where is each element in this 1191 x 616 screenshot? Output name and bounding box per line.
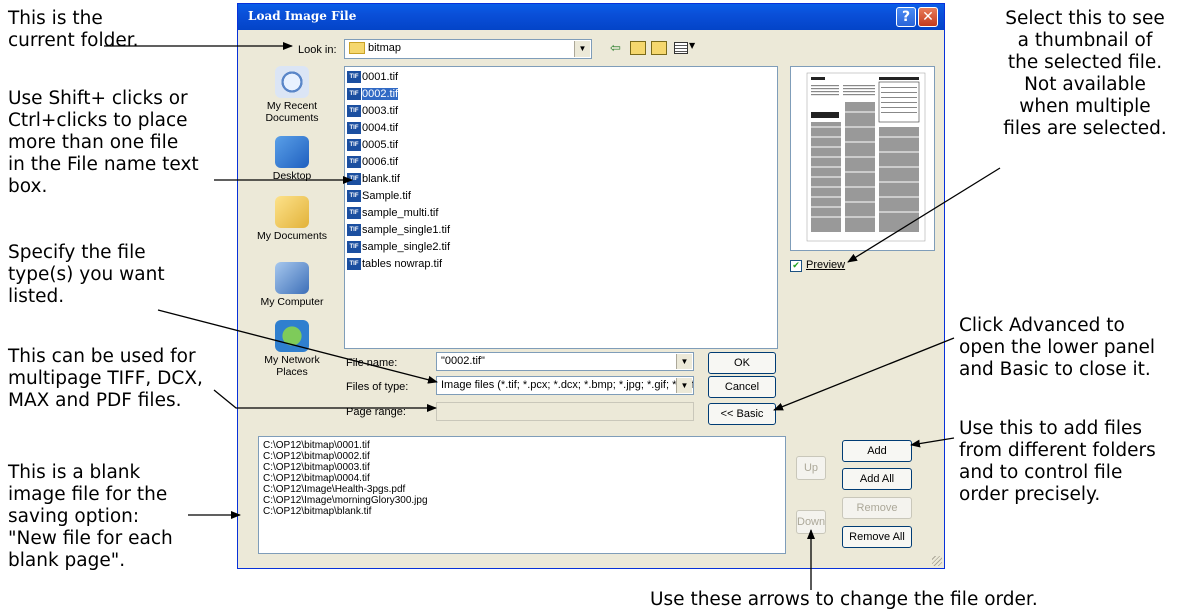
preview-pane [790,66,935,251]
file-item[interactable]: TIF 0003.tif [347,104,398,118]
file-item[interactable]: TIF 0002.tif [347,87,399,101]
recent-documents-icon [275,66,309,98]
tif-file-icon: TIF [347,122,361,135]
file-item[interactable]: TIF 0005.tif [347,138,398,152]
tif-file-icon: TIF [347,207,361,220]
place-my-documents[interactable]: My Documents [246,196,338,242]
new-folder-icon[interactable] [651,41,667,55]
tif-file-icon: TIF [347,139,361,152]
look-in-dropdown[interactable]: bitmap ▼ [344,39,592,59]
chevron-down-icon[interactable]: ▼ [676,354,692,369]
look-in-label: Look in: [298,44,337,56]
back-icon[interactable]: ⇦ [610,41,621,56]
remove-all-button[interactable]: Remove All [842,526,912,548]
page-range-input[interactable] [436,402,694,421]
folder-icon [349,42,365,55]
add-all-button[interactable]: Add All [842,468,912,490]
file-item[interactable]: TIF sample_multi.tif [347,206,438,220]
place-my-recent-documents[interactable]: My Recent Documents [246,66,338,124]
file-list[interactable]: TIF 0001.tif TIF 0002.tif TIF 0003.tif TIF 0… [344,66,778,349]
my-documents-icon [275,196,309,228]
chevron-down-icon[interactable]: ▼ [574,41,590,57]
preview-label: Preview [806,259,846,271]
list-item[interactable]: C:\OP12\Image\Health-3pgs.pdf [263,485,405,495]
annotation-thumbnail: Select this to see a thumbnail of the se… [1003,8,1167,139]
file-name-input[interactable]: "0002.tif" ▼ [436,352,694,371]
view-menu-chevron-icon[interactable]: ▼ [689,41,695,50]
tif-file-icon: TIF [347,156,361,169]
file-name-label: File name: [346,357,398,369]
files-of-type-value: Image files (*.tif; *.pcx; *.dcx; *.bmp;… [441,379,694,391]
list-item[interactable]: C:\OP12\bitmap\0003.tif [263,463,370,473]
files-of-type-dropdown[interactable]: Image files (*.tif; *.pcx; *.dcx; *.bmp;… [436,376,694,395]
down-button[interactable]: Down [796,510,826,534]
chevron-down-icon[interactable]: ▼ [676,378,692,393]
annotation-add-files: Use this to add files from different fol… [959,418,1156,505]
desktop-icon [275,136,309,168]
place-label: My Documents [256,230,328,242]
remove-button[interactable]: Remove [842,497,912,519]
annotation-blank-image: This is a blank image file for the savin… [8,462,173,571]
file-item[interactable]: TIF 0001.tif [347,70,398,84]
network-places-icon [275,320,309,352]
place-my-network[interactable]: My Network Places [246,320,338,378]
annotation-shift-clicks: Use Shift+ clicks or Ctrl+clicks to plac… [8,88,199,197]
list-item[interactable]: C:\OP12\Image\morningGlory300.jpg [263,496,428,506]
thumbnail-preview-image [806,72,926,242]
my-computer-icon [275,262,309,294]
place-desktop[interactable]: Desktop [246,136,338,182]
annotation-multipage: This can be used for multipage TIFF, DCX… [8,346,203,411]
close-button[interactable]: ✕ [918,7,938,27]
title-bar[interactable]: Load Image File ? ✕ [238,4,944,30]
cancel-button[interactable]: Cancel [708,376,776,398]
list-item[interactable]: C:\OP12\bitmap\0002.tif [263,452,370,462]
add-button[interactable]: Add [842,440,912,462]
selected-files-list[interactable]: C:\OP12\bitmap\0001.tif C:\OP12\bitmap\0… [258,436,786,554]
tif-file-icon: TIF [347,105,361,118]
up-button[interactable]: Up [796,456,826,480]
file-item[interactable]: TIF sample_single2.tif [347,240,450,254]
preview-checkbox[interactable]: ✔ [790,260,802,272]
file-item[interactable]: TIF 0004.tif [347,121,398,135]
annotation-current-folder: This is the current folder. [8,8,139,51]
place-label: Desktop [272,170,312,182]
look-in-value: bitmap [368,42,402,54]
tif-file-icon: TIF [347,71,361,84]
tif-file-icon: TIF [347,88,361,101]
tif-file-icon: TIF [347,258,361,271]
place-label: My Network Places [264,354,320,378]
place-label: My Recent Documents [265,100,319,124]
place-label: My Computer [260,296,324,308]
tif-file-icon: TIF [347,241,361,254]
help-button[interactable]: ? [896,7,916,27]
view-menu-icon[interactable] [674,42,688,54]
tif-file-icon: TIF [347,224,361,237]
dialog-title: Load Image File [248,9,357,23]
tif-file-icon: TIF [347,173,361,186]
ok-button[interactable]: OK [708,352,776,374]
file-name-value: "0002.tif" [441,355,485,367]
basic-button[interactable]: << Basic [708,403,776,425]
resize-grip-icon[interactable] [932,556,942,566]
up-folder-icon[interactable] [630,41,646,55]
load-image-dialog: Load Image File ? ✕ Look in: bitmap ▼ ⇦ … [237,3,945,569]
file-item[interactable]: TIF sample_single1.tif [347,223,450,237]
file-item[interactable]: TIF tables nowrap.tif [347,257,442,271]
file-item[interactable]: TIF blank.tif [347,172,400,186]
places-bar: My Recent Documents Desktop My Documents… [246,66,338,386]
place-my-computer[interactable]: My Computer [246,262,338,308]
file-item[interactable]: TIF 0006.tif [347,155,398,169]
annotation-file-types: Specify the file type(s) you want listed… [8,242,165,307]
page-range-label: Page range: [346,406,406,418]
list-item[interactable]: C:\OP12\bitmap\blank.tif [263,507,371,517]
list-item[interactable]: C:\OP12\bitmap\0001.tif [263,441,370,451]
list-item[interactable]: C:\OP12\bitmap\0004.tif [263,474,370,484]
file-item[interactable]: TIF Sample.tif [347,189,411,203]
files-of-type-label: Files of type: [346,381,409,393]
tif-file-icon: TIF [347,190,361,203]
annotation-arrows: Use these arrows to change the file orde… [650,589,1038,610]
annotation-advanced: Click Advanced to open the lower panel a… [959,315,1156,380]
